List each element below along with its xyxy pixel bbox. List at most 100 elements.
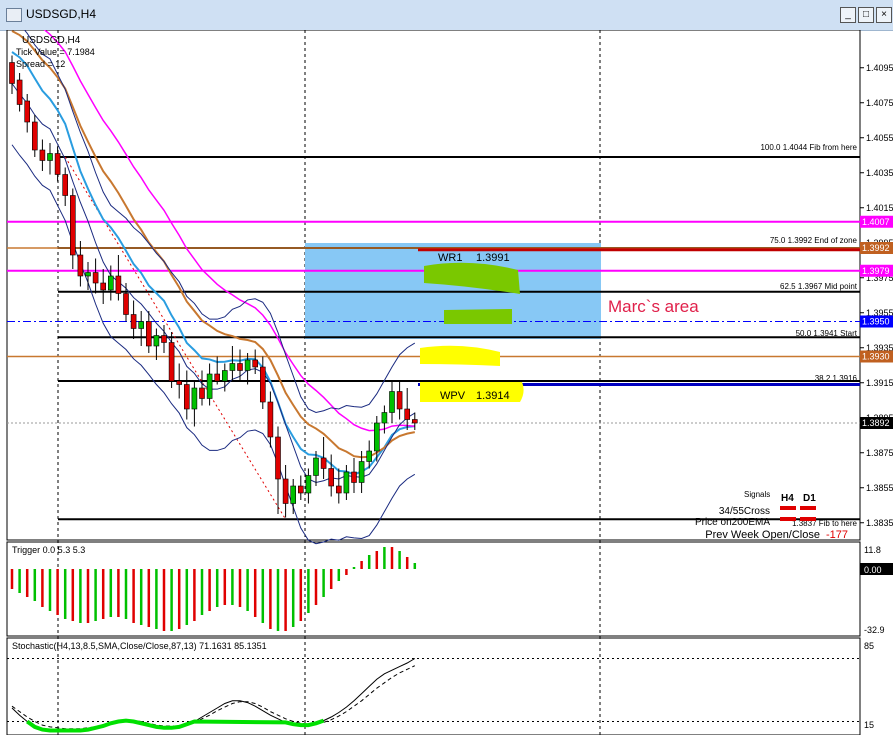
prev-week-value: -177 bbox=[826, 529, 848, 541]
window-titlebar: USDSGD,H4 _ □ × bbox=[0, 0, 893, 31]
price-tick-label: 1.3855 bbox=[866, 483, 893, 493]
wpv-value: 1.3914 bbox=[476, 390, 510, 402]
trigger-title: Trigger 0.0 5.3 5.3 bbox=[12, 545, 85, 555]
spread-label: Spread = 12 bbox=[16, 59, 65, 69]
signal-d1-1 bbox=[800, 506, 816, 510]
signal-d1-2 bbox=[800, 517, 816, 521]
bear-candle bbox=[214, 373, 220, 382]
bull-candle bbox=[108, 275, 114, 291]
price-tick-label: 1.4035 bbox=[866, 168, 893, 178]
bear-candle bbox=[176, 380, 182, 385]
bear-candle bbox=[62, 174, 69, 196]
price-tick-label: 1.3915 bbox=[866, 378, 893, 388]
bull-candle bbox=[47, 153, 53, 161]
tick-value-label: Tick Value = 7.1984 bbox=[16, 47, 95, 57]
bull-candle bbox=[343, 471, 350, 494]
symbol-label: USDSGD,H4 bbox=[22, 35, 81, 46]
bull-candle bbox=[229, 363, 236, 371]
green-marker-2 bbox=[444, 309, 512, 324]
trigger-tick-2: 0.00 bbox=[864, 565, 882, 575]
bull-candle bbox=[222, 370, 228, 382]
bull-candle bbox=[191, 387, 198, 410]
trigger-panel bbox=[6, 541, 861, 637]
bear-candle bbox=[168, 342, 175, 382]
bear-candle bbox=[351, 471, 357, 483]
price-axis: 1.40951.40751.40551.40351.40151.39951.39… bbox=[860, 63, 893, 528]
bear-candle bbox=[39, 149, 46, 161]
marcs-area-label: Marc`s area bbox=[608, 297, 699, 316]
bear-candle bbox=[259, 366, 266, 403]
maximize-icon[interactable]: □ bbox=[858, 7, 874, 23]
bull-candle bbox=[305, 475, 312, 494]
price-chart[interactable]: USDSGD,H4 Tick Value = 7.1984 Spread = 1… bbox=[0, 30, 893, 735]
bull-candle bbox=[138, 321, 144, 329]
bear-candle bbox=[123, 293, 129, 315]
bear-candle bbox=[9, 62, 15, 84]
bull-candle bbox=[389, 391, 395, 413]
chart-window-icon bbox=[6, 8, 22, 22]
bear-candle bbox=[70, 195, 76, 256]
price-flag-label: 1.3979 bbox=[862, 266, 890, 276]
bear-candle bbox=[328, 468, 335, 487]
price-flag-label: 1.3992 bbox=[862, 243, 890, 253]
bear-candle bbox=[267, 401, 274, 438]
bear-candle bbox=[77, 254, 84, 277]
bull-candle bbox=[153, 335, 160, 347]
bear-candle bbox=[130, 314, 137, 329]
bull-candle bbox=[244, 359, 251, 371]
bull-candle bbox=[373, 422, 380, 452]
minimize-icon[interactable]: _ bbox=[840, 7, 856, 23]
bear-candle bbox=[320, 457, 327, 469]
price-flag-label: 1.3930 bbox=[862, 352, 890, 362]
bear-candle bbox=[24, 100, 31, 123]
bull-candle bbox=[358, 461, 365, 483]
stoch-tick-15: 15 bbox=[864, 720, 874, 730]
fib-label-625: 62.5 1.3967 Mid point bbox=[780, 282, 858, 291]
bear-candle bbox=[54, 153, 61, 175]
bear-candle bbox=[161, 335, 167, 343]
bear-candle bbox=[16, 79, 23, 105]
fib-label-50: 50.0 1.3941 Start bbox=[796, 329, 858, 338]
bear-candle bbox=[411, 419, 418, 424]
wr1-label: WR1 bbox=[438, 252, 462, 264]
signals-h4: H4 bbox=[781, 493, 794, 504]
signal-h4-2 bbox=[780, 517, 796, 521]
bear-candle bbox=[252, 359, 258, 368]
trigger-tick-1: 11.8 bbox=[864, 545, 881, 555]
price-tick-label: 1.4095 bbox=[866, 63, 893, 73]
bear-candle bbox=[335, 485, 342, 494]
wr1-value: 1.3991 bbox=[476, 252, 510, 264]
trigger-tick-3: -32.9 bbox=[864, 625, 885, 635]
price-flag-label: 1.3950 bbox=[862, 317, 890, 327]
bear-candle bbox=[297, 485, 304, 494]
window-title: USDSGD,H4 bbox=[26, 7, 97, 21]
bear-candle bbox=[282, 478, 289, 504]
fib-label-382: 38.2 1.3916 bbox=[815, 374, 858, 383]
price-tick-label: 1.3835 bbox=[866, 518, 893, 528]
bear-candle bbox=[184, 384, 190, 410]
prev-week-label: Prev Week Open/Close bbox=[705, 529, 820, 541]
bear-candle bbox=[146, 321, 152, 347]
bear-candle bbox=[275, 436, 281, 480]
signal-h4-1 bbox=[780, 506, 796, 510]
signals-row-1: 34/55Cross bbox=[719, 506, 770, 517]
bear-candle bbox=[31, 121, 38, 151]
bull-candle bbox=[313, 457, 319, 476]
bear-candle bbox=[199, 387, 205, 399]
bull-candle bbox=[206, 373, 213, 399]
signals-row-2: Price on200EMA bbox=[695, 517, 770, 528]
price-tick-label: 1.4075 bbox=[866, 98, 893, 108]
signals-d1: D1 bbox=[803, 493, 816, 504]
close-icon[interactable]: × bbox=[876, 7, 892, 23]
bear-candle bbox=[396, 391, 403, 410]
price-tick-label: 1.4055 bbox=[866, 133, 893, 143]
stochastic-title: Stochastic(H4,13,8.5,SMA,Close/Close,87,… bbox=[12, 641, 267, 651]
bull-candle bbox=[290, 485, 297, 504]
price-flag-label: 1.4007 bbox=[862, 217, 890, 227]
bear-candle bbox=[92, 272, 99, 284]
signals-title: Signals bbox=[744, 490, 770, 499]
price-tick-label: 1.3875 bbox=[866, 448, 893, 458]
bull-candle bbox=[366, 450, 373, 462]
price-tick-label: 1.4015 bbox=[866, 203, 893, 213]
stoch-tick-85: 85 bbox=[864, 641, 874, 651]
